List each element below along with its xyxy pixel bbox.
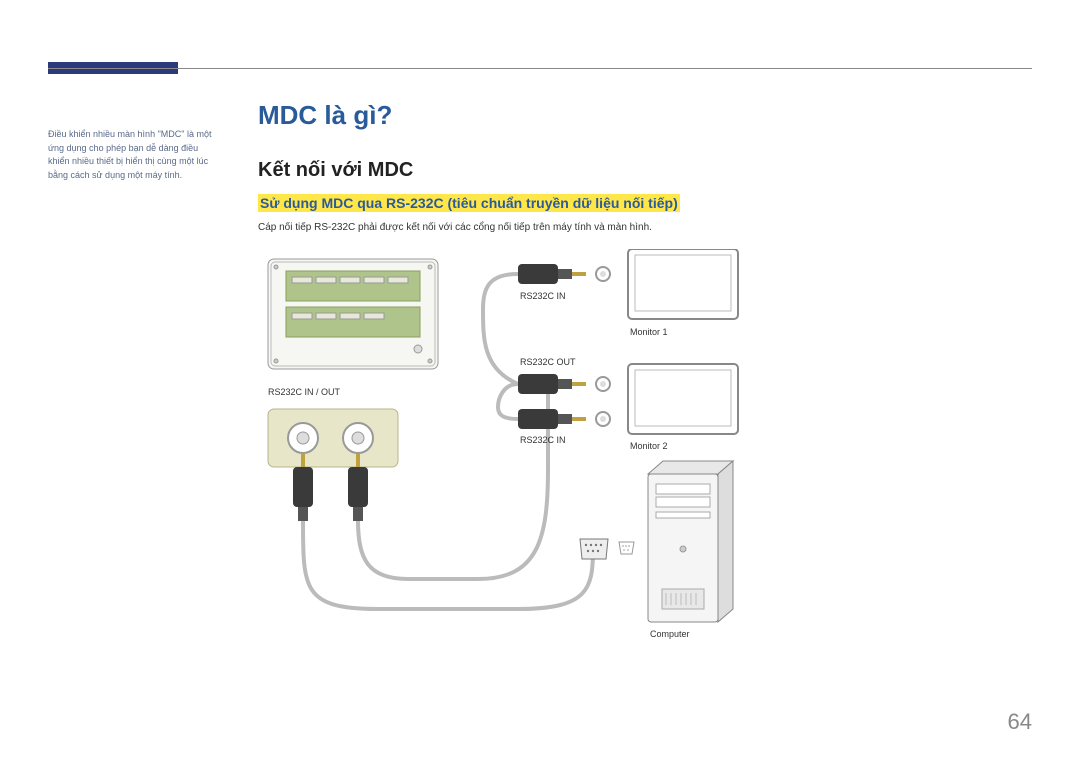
page-number: 64 [1008, 709, 1032, 735]
monitor-icon [628, 249, 738, 319]
label-port-pair: RS232C IN / OUT [268, 387, 340, 397]
label-monitor-1: Monitor 1 [630, 327, 668, 337]
diagram-svg [258, 249, 1018, 669]
sidebar-note: Điều khiển nhiều màn hình "MDC" là một ứ… [48, 128, 218, 182]
label-rs232c-out: RS232C OUT [520, 357, 576, 367]
jack-plug-icon [518, 264, 586, 284]
label-rs232c-in-2: RS232C IN [520, 435, 566, 445]
label-rs232c-in-1: RS232C IN [520, 291, 566, 301]
body-paragraph: Cáp nối tiếp RS-232C phải được kết nối v… [258, 222, 1032, 233]
serial-connector-icon [580, 539, 608, 559]
monitor-icon [628, 364, 738, 434]
serial-port-icon [619, 542, 634, 554]
device-back-panel-icon [268, 259, 438, 369]
jack-plug-icon [518, 374, 586, 394]
connection-diagram: RS232C IN / OUT RS232C IN RS232C OUT RS2… [258, 249, 1018, 669]
label-monitor-2: Monitor 2 [630, 441, 668, 451]
subsection-heading: Sử dụng MDC qua RS-232C (tiêu chuẩn truy… [258, 194, 680, 212]
main-content: MDC là gì? Kết nối với MDC Sử dụng MDC q… [258, 100, 1032, 669]
section-heading: Kết nối với MDC [258, 159, 1032, 182]
computer-tower-icon [648, 461, 733, 622]
jack-plug-icon [518, 409, 586, 429]
header-rule [48, 68, 1032, 69]
label-computer: Computer [650, 629, 690, 639]
port-panel-icon [268, 409, 398, 467]
page-title: MDC là gì? [258, 100, 1032, 131]
